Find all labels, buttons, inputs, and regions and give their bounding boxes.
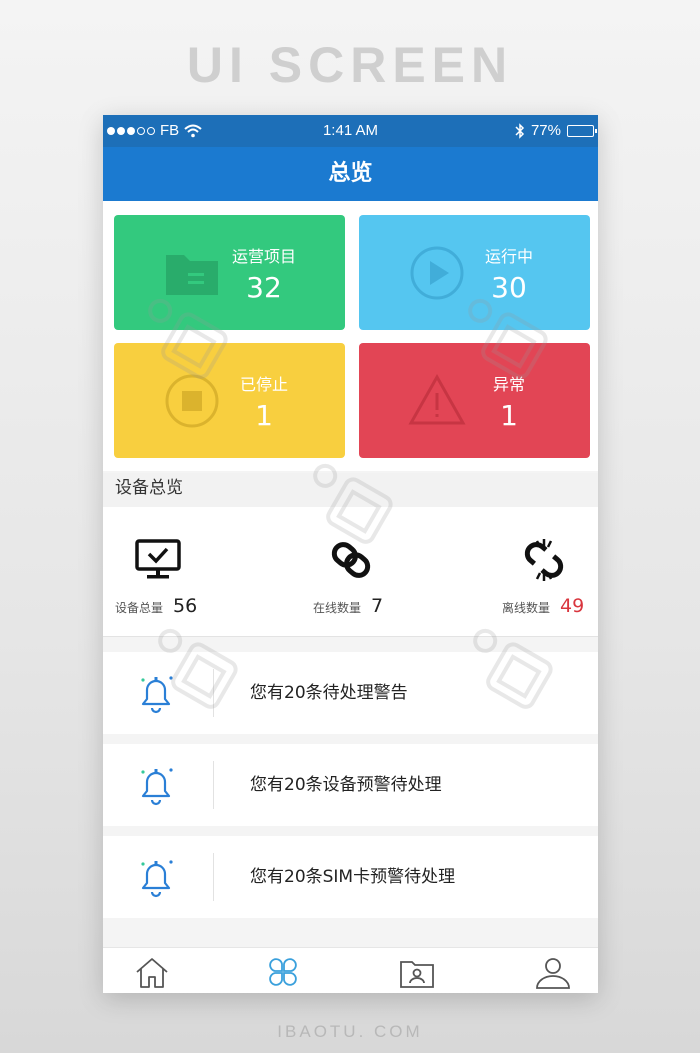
alert-item-warnings[interactable]: 您有20条待处理警告 bbox=[103, 652, 598, 734]
device-online-label: 在线数量 bbox=[313, 601, 362, 615]
tab-apps[interactable] bbox=[263, 954, 303, 990]
device-offline-label: 离线数量 bbox=[502, 601, 551, 615]
broken-link-icon bbox=[524, 539, 564, 581]
tile-value: 32 bbox=[246, 271, 282, 304]
status-bar: FB 1:41 AM 77% bbox=[103, 115, 598, 147]
tile-abnormal[interactable]: 异常 1 bbox=[359, 343, 590, 458]
status-right: 77% bbox=[515, 122, 597, 139]
alert-item-sim-warnings[interactable]: 您有20条SIM卡预警待处理 bbox=[103, 836, 598, 918]
tile-label: 异常 bbox=[492, 375, 525, 394]
device-offline[interactable]: 离线数量 49 bbox=[502, 537, 584, 617]
battery-percent: 77% bbox=[530, 122, 561, 139]
device-total-value: 56 bbox=[173, 595, 198, 617]
page-footer: IBAOTU. COM bbox=[277, 1022, 423, 1041]
tile-label: 运行中 bbox=[484, 247, 533, 266]
bell-icon bbox=[141, 768, 173, 806]
device-online[interactable]: 在线数量 7 bbox=[313, 537, 383, 617]
alert-item-device-warnings[interactable]: 您有20条设备预警待处理 bbox=[103, 744, 598, 826]
monitor-check-icon bbox=[135, 539, 181, 579]
link-icon bbox=[331, 542, 371, 578]
tile-label: 运营项目 bbox=[231, 247, 296, 266]
bell-icon bbox=[141, 860, 173, 898]
tab-home[interactable] bbox=[132, 954, 172, 990]
device-total-label: 设备总量 bbox=[115, 601, 164, 615]
bell-icon bbox=[141, 676, 173, 714]
alert-divider bbox=[213, 761, 214, 809]
phone-screen: FB 1:41 AM 77% 总览 运营项目 32 运行中 30 已停止 1 异… bbox=[103, 115, 598, 993]
alert-text: 您有20条设备预警待处理 bbox=[250, 775, 442, 795]
device-offline-value: 49 bbox=[560, 595, 585, 617]
page-headline: UI SCREEN bbox=[186, 37, 514, 93]
device-online-value: 7 bbox=[371, 595, 384, 617]
alert-text: 您有20条待处理警告 bbox=[250, 683, 408, 703]
tile-stopped[interactable]: 已停止 1 bbox=[114, 343, 345, 458]
device-overview: 设备总量 56 在线数量 7 离线数量 49 bbox=[103, 507, 598, 637]
tab-bar bbox=[103, 947, 598, 993]
tile-projects[interactable]: 运营项目 32 bbox=[114, 215, 345, 330]
alert-text: 您有20条SIM卡预警待处理 bbox=[250, 867, 456, 887]
bluetooth-icon bbox=[515, 122, 525, 139]
tab-contacts[interactable] bbox=[397, 954, 437, 990]
alert-divider bbox=[213, 669, 214, 717]
battery-icon bbox=[567, 124, 597, 137]
tile-value: 30 bbox=[491, 271, 527, 304]
tile-value: 1 bbox=[500, 399, 518, 432]
tile-value: 1 bbox=[255, 399, 273, 432]
nav-title: 总览 bbox=[103, 147, 598, 201]
device-total[interactable]: 设备总量 56 bbox=[115, 537, 197, 617]
device-section-title: 设备总览 bbox=[103, 473, 598, 507]
tile-running[interactable]: 运行中 30 bbox=[359, 215, 590, 330]
summary-tiles: 运营项目 32 运行中 30 已停止 1 异常 1 bbox=[103, 201, 598, 471]
alert-divider bbox=[213, 853, 214, 901]
tab-profile[interactable] bbox=[533, 954, 573, 990]
tile-label: 已停止 bbox=[239, 375, 288, 394]
